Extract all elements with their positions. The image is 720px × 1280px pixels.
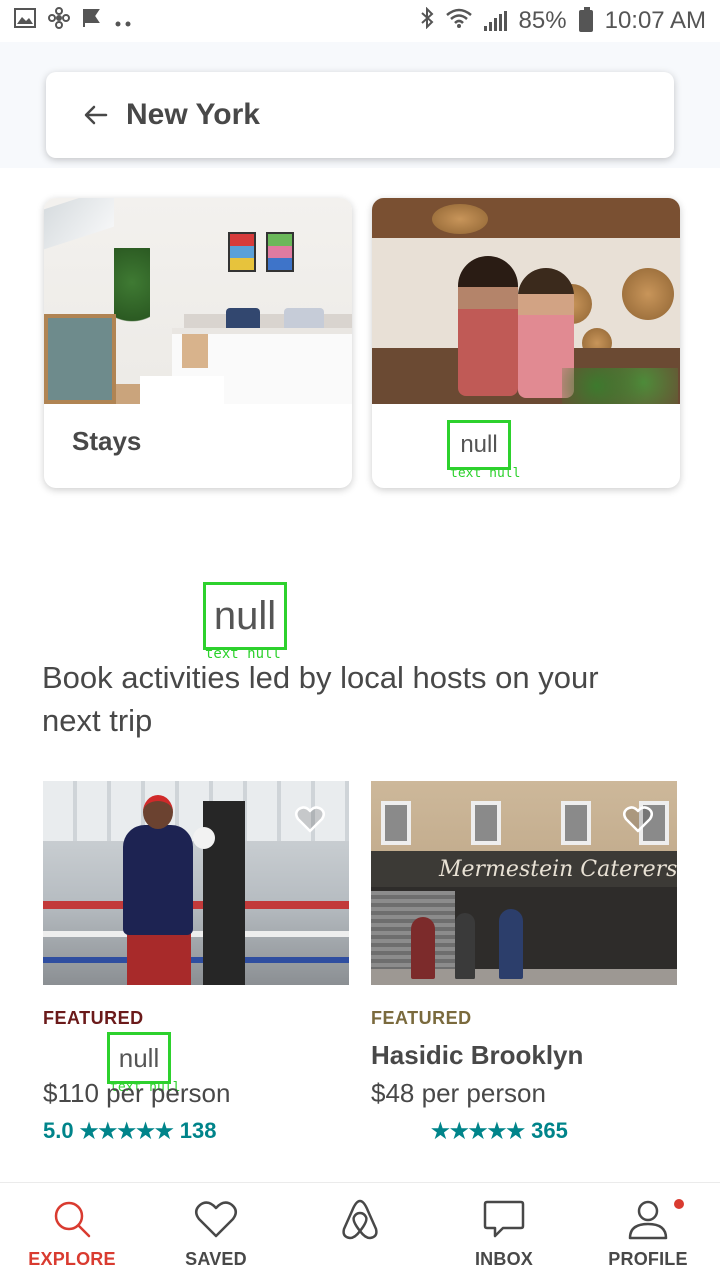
- bottom-navigation: EXPLORE SAVED INBOX PROFILE: [0, 1182, 720, 1280]
- section-subtitle: Book activities led by local hosts on yo…: [42, 660, 599, 738]
- category-label: Stays: [72, 426, 142, 456]
- airbnb-logo-icon: [338, 1197, 382, 1241]
- experience-rating: ★★★★★ 365: [425, 1118, 568, 1144]
- nav-inbox[interactable]: INBOX: [432, 1183, 576, 1280]
- review-count: 365: [531, 1118, 568, 1143]
- bluetooth-icon: [420, 6, 434, 35]
- category-card-experiences[interactable]: null text null: [372, 198, 680, 488]
- rating-value: 5.0: [43, 1118, 74, 1143]
- nav-label: INBOX: [474, 1249, 533, 1269]
- nav-label: SAVED: [185, 1249, 247, 1269]
- featured-badge: FEATURED: [43, 1008, 144, 1028]
- nav-explore[interactable]: EXPLORE: [0, 1183, 144, 1280]
- storefront-sign: Mermestein Caterers: [371, 851, 677, 887]
- message-icon: [482, 1197, 526, 1241]
- profile-icon: [626, 1197, 670, 1241]
- search-location-title: New York: [126, 98, 260, 131]
- save-heart-icon[interactable]: [295, 805, 325, 833]
- experiences-photo: [372, 198, 680, 404]
- status-bar: 85% 10:07 AM: [0, 0, 720, 42]
- fan-icon: [48, 7, 70, 35]
- check-flag-icon: [82, 7, 102, 35]
- review-count: 138: [179, 1118, 217, 1143]
- nav-label: EXPLORE: [28, 1249, 116, 1269]
- stays-photo: [44, 198, 352, 404]
- star-rating-icon: ★★★★★: [79, 1119, 174, 1143]
- clock: 10:07 AM: [604, 7, 706, 34]
- experience-price: $48 per person: [371, 1078, 546, 1108]
- nav-saved[interactable]: SAVED: [144, 1183, 288, 1280]
- status-left: [14, 7, 132, 35]
- app-screen: 85% 10:07 AM New York Stays null text nu…: [0, 0, 720, 1280]
- experience-photo-boxing[interactable]: [43, 781, 349, 985]
- section-heading-null: null: [203, 582, 287, 650]
- search-icon: [50, 1197, 94, 1241]
- save-heart-icon[interactable]: [623, 805, 653, 833]
- experience-price: $110 per person: [43, 1078, 231, 1108]
- experience-rating: 5.0 ★★★★★ 138: [43, 1118, 216, 1144]
- nav-label: PROFILE: [608, 1249, 688, 1269]
- experience-title[interactable]: Hasidic Brooklyn: [371, 1040, 583, 1071]
- image-icon: [14, 8, 36, 34]
- more-dots-icon: [114, 8, 132, 34]
- null-caption: text null: [450, 466, 521, 481]
- experience-photo-deli[interactable]: Mermestein Caterers: [371, 781, 677, 985]
- category-card-stays[interactable]: Stays: [44, 198, 352, 488]
- nav-trips[interactable]: [288, 1183, 432, 1280]
- category-label-null: null: [447, 420, 511, 470]
- location-search-bar[interactable]: New York: [46, 72, 674, 158]
- wifi-icon: [445, 8, 472, 34]
- experience-title-null[interactable]: null: [107, 1032, 171, 1084]
- star-rating-icon: ★★★★★: [431, 1119, 526, 1143]
- status-right: 85% 10:07 AM: [420, 6, 706, 35]
- battery-icon: [578, 7, 593, 32]
- back-arrow-icon[interactable]: [76, 95, 116, 135]
- nav-profile[interactable]: PROFILE: [576, 1183, 720, 1280]
- battery-percent: 85%: [518, 7, 567, 34]
- notification-dot: [674, 1199, 684, 1209]
- heart-icon: [194, 1197, 238, 1241]
- signal-icon: [483, 11, 507, 31]
- featured-badge: FEATURED: [371, 1008, 472, 1028]
